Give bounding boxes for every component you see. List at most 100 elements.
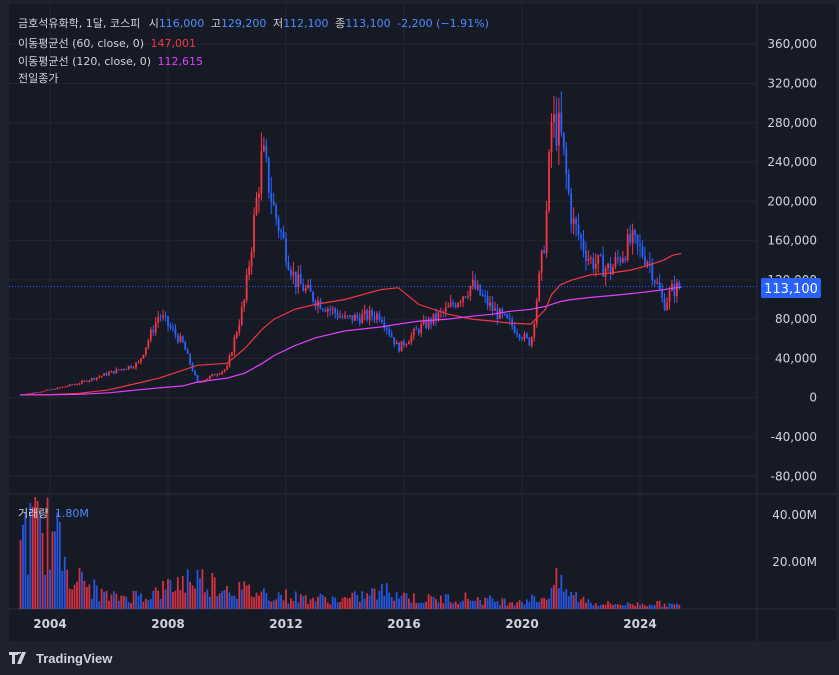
candle-body (265, 145, 268, 158)
volume-bar (629, 603, 632, 609)
prev-close-legend[interactable]: 전일종가 (18, 71, 58, 87)
candle-body (270, 192, 273, 202)
ma120-legend[interactable]: 이동평균선 (120, close, 0) 112,615 (18, 54, 203, 70)
volume-bar (270, 601, 273, 609)
volume-bar (484, 597, 487, 609)
candle-body (319, 300, 322, 310)
candle-body (211, 374, 214, 377)
candle-body (309, 284, 312, 292)
candle-body (408, 342, 410, 345)
chart-frame[interactable]: 360,000 320,000 280,000 240,000 200,000 160,0… (9, 4, 836, 641)
candle-body (533, 323, 536, 338)
candle-body (644, 256, 646, 265)
candle-body (607, 263, 609, 269)
candle-body (108, 372, 110, 376)
volume-bar (253, 597, 255, 609)
candle-body (491, 302, 494, 311)
candle-body (93, 378, 96, 380)
volume-bar (203, 592, 206, 609)
volume-bar (95, 585, 98, 609)
x-tick-label: 2024 (623, 617, 656, 631)
tradingview-brand[interactable]: TradingView (9, 650, 112, 666)
ma120-value: 112,615 (157, 55, 204, 68)
volume-bar (179, 590, 182, 609)
y-tick-label: -80,000 (771, 469, 817, 483)
volume-bar (661, 606, 664, 609)
volume-bar (226, 585, 228, 609)
volume-bar (162, 581, 164, 609)
candle-body (400, 341, 403, 352)
ma60-legend[interactable]: 이동평균선 (60, close, 0) 147,001 (18, 36, 196, 52)
volume-bar (452, 603, 455, 609)
candle-body (626, 234, 629, 261)
candle-body (287, 262, 290, 270)
candle-body (142, 354, 145, 359)
volume-bar (366, 593, 369, 609)
symbol-legend[interactable]: 금호석유화학, 1달, 코스피 시116,000 고129,200 저112,1… (18, 16, 489, 32)
volume-bar (663, 603, 666, 609)
candle-body (616, 257, 619, 259)
volume-bar (176, 576, 179, 609)
volume-bar (61, 570, 64, 609)
candle-body (521, 338, 523, 340)
candle-body (351, 315, 354, 321)
volume-value: 1.80M (54, 507, 89, 520)
volume-bar (447, 594, 450, 609)
candle-body (115, 369, 118, 374)
volume-bar (208, 596, 211, 609)
candle-body (231, 352, 233, 356)
volume-bar (130, 603, 133, 609)
candle-body (243, 300, 246, 307)
candle-body (467, 295, 469, 297)
candle-body (398, 342, 400, 352)
candle-body (403, 341, 405, 346)
candle-body (675, 282, 678, 296)
volume-bar (543, 597, 546, 609)
candle-body (553, 114, 555, 123)
volume-bar (22, 524, 24, 609)
candle-body (437, 312, 440, 320)
volume-bar (39, 511, 42, 609)
candle-body (174, 328, 177, 336)
candle-body (218, 373, 221, 375)
candle-body (666, 302, 668, 310)
candle-body (275, 205, 278, 219)
volume-bar (565, 589, 568, 609)
price-chart-svg[interactable]: 360,000 320,000 280,000 240,000 200,000 160,0… (9, 4, 836, 641)
candle-body (641, 246, 644, 257)
volume-bar (435, 599, 437, 609)
candle-body (213, 374, 216, 376)
volume-bar (117, 600, 120, 609)
candle-body (489, 302, 491, 306)
volume-bar (233, 595, 236, 609)
volume-bar (341, 597, 344, 609)
volume-bar (152, 590, 155, 609)
volume-bar (135, 590, 137, 609)
volume-bar (612, 605, 614, 609)
volume-bar (626, 602, 629, 609)
volume-tick-label: 20.00M (772, 555, 817, 569)
x-tick-label: 2016 (387, 617, 420, 631)
candle-body (417, 329, 420, 334)
candle-body (562, 132, 565, 149)
candle-body (54, 388, 56, 390)
volume-bar (609, 603, 612, 609)
candle-body (494, 308, 496, 311)
volume-bar (317, 596, 319, 609)
candle-body (471, 279, 474, 287)
volume-legend[interactable]: 거래량 1.80M (18, 506, 89, 522)
candle-body (550, 122, 553, 153)
volume-bar (503, 598, 506, 609)
volume-bar (577, 601, 580, 609)
candle-body (462, 296, 464, 302)
candle-body (614, 257, 617, 267)
candle-body (29, 393, 32, 395)
candle-body (535, 300, 538, 324)
candle-body (486, 296, 489, 306)
volume-bar (258, 595, 260, 609)
open-value: 116,000 (158, 17, 205, 30)
candle-body (484, 295, 487, 297)
volume-bar (481, 604, 484, 609)
candle-body (371, 310, 373, 317)
volume-bar (63, 556, 66, 609)
